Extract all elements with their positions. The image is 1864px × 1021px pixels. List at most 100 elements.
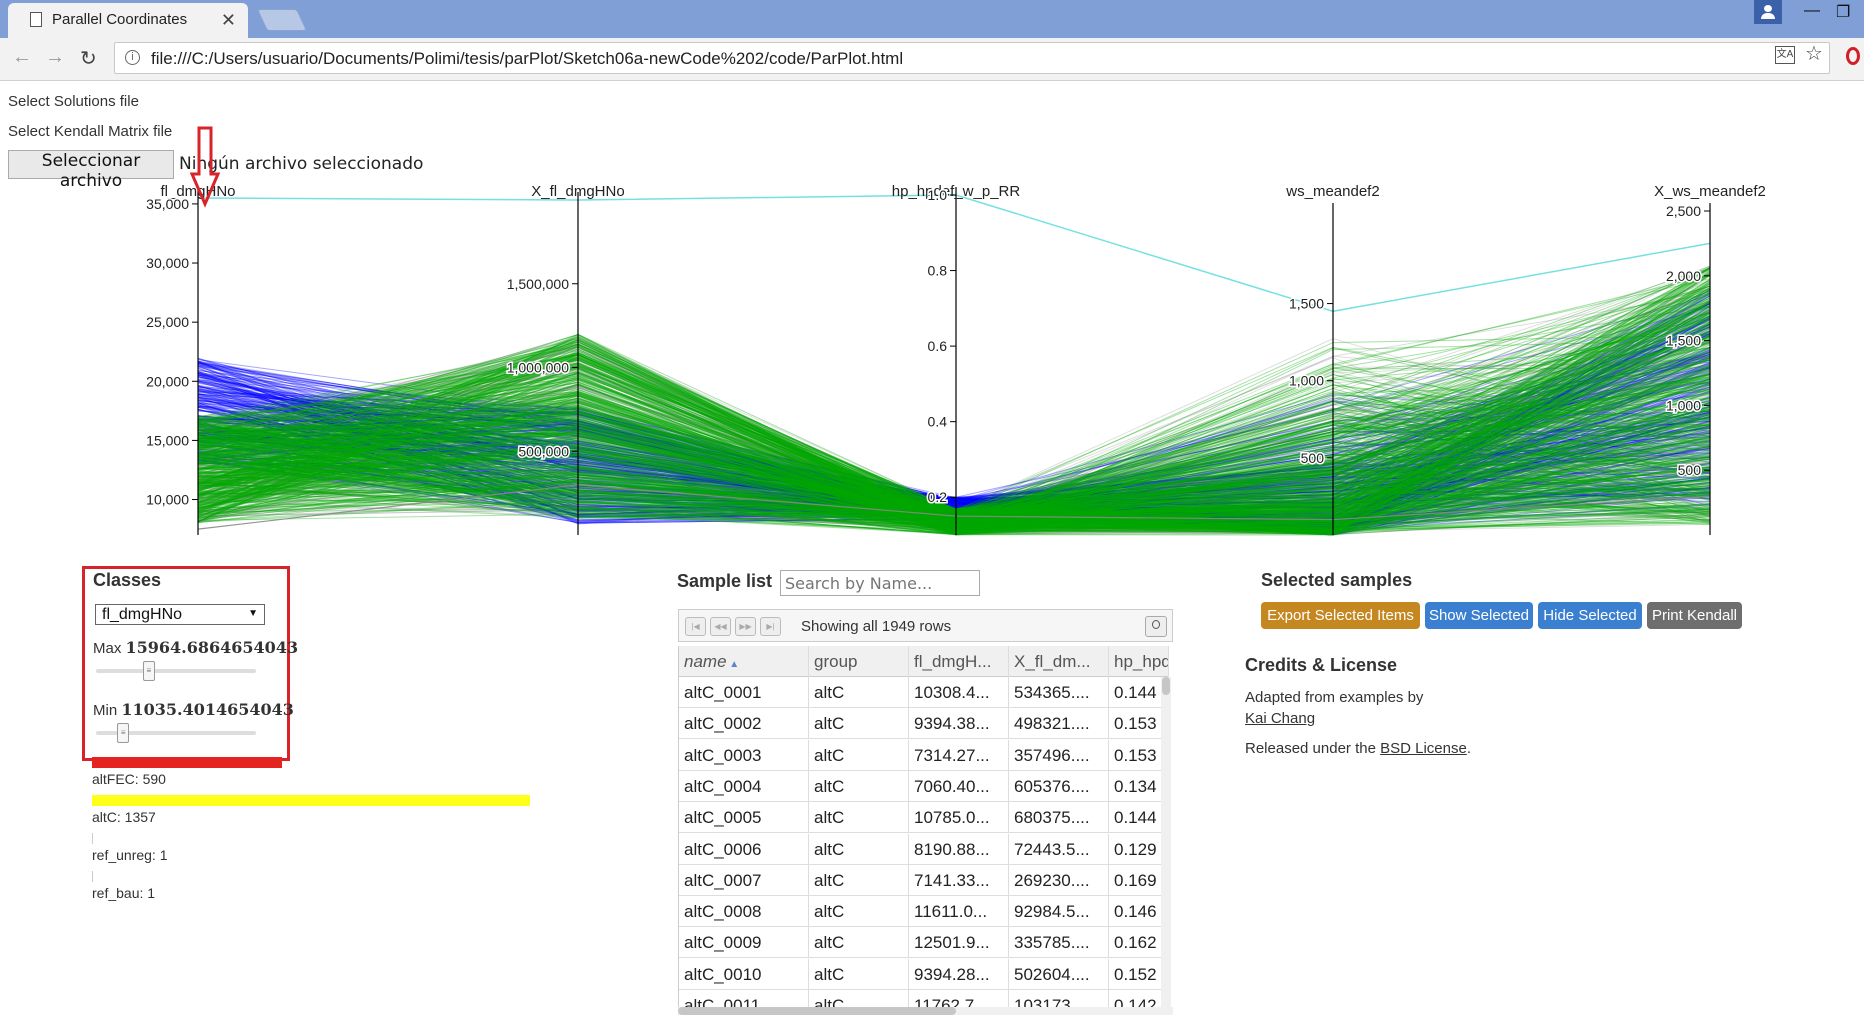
table-row[interactable]: altC_0006 altC 8190.88... 72443.5... 0.129 [679,833,1169,865]
table-cell: 0.129 [1109,833,1169,865]
address-bar[interactable]: i file:///C:/Users/usuario/Documents/Pol… [114,42,1830,74]
show-selected-button[interactable]: Show Selected [1425,602,1533,629]
profile-icon[interactable] [1754,0,1782,24]
next-page-icon[interactable]: ▶▶ [735,617,756,636]
browser-tab[interactable]: Parallel Coordinates ✕ [8,3,248,39]
close-tab-icon[interactable]: ✕ [221,10,236,31]
new-tab-button[interactable] [256,9,308,31]
axis-tick-label: 0.4 [928,414,948,430]
parallel-coordinates-chart[interactable]: fl_dmgHNo35,00030,00025,00020,00015,0001… [8,178,1858,553]
table-cell: 11611.0... [909,896,1009,928]
max-slider-track[interactable] [96,669,256,673]
hide-selected-button[interactable]: Hide Selected [1538,602,1642,629]
table-row[interactable]: altC_0002 altC 9394.38... 498321.... 0.153 [679,708,1169,740]
table-cell: 8190.88... [909,833,1009,865]
max-label: Max 15964.6864654043 [93,638,299,657]
table-row[interactable]: altC_0004 altC 7060.40... 605376.... 0.134 [679,770,1169,802]
export-selected-button[interactable]: Export Selected Items [1261,602,1420,629]
lightbulb-icon[interactable] [1145,616,1167,637]
table-cell: altC [809,927,909,959]
axis-tick-label: 2,500 [1666,203,1701,219]
table-row[interactable]: altC_0005 altC 10785.0... 680375.... 0.144 [679,802,1169,834]
class-label-altFEC: altFEC: 590 [92,771,166,787]
bookmark-star-icon[interactable]: ☆ [1805,41,1823,66]
table-vertical-scrollbar[interactable] [1161,677,1171,1007]
column-header-2[interactable]: fl_dmgH... [909,646,1009,677]
axis-title-X_fl_dmgHNo[interactable]: X_fl_dmgHNo [531,183,624,200]
author-link[interactable]: Kai Chang [1245,710,1315,727]
translate-icon[interactable]: 文A [1775,46,1795,64]
license-link[interactable]: BSD License [1380,740,1467,757]
sample-table[interactable]: name ▲ group fl_dmgH... X_fl_dm... hp_hpd alt… [678,646,1174,1011]
table-cell: 269230.... [1009,864,1109,896]
table-cell: altC_0007 [679,864,809,896]
table-cell: 0.146 [1109,896,1169,928]
class-bar-altC [92,795,530,806]
axis-tick-label: 30,000 [146,255,189,271]
axis-title-ws_meandef2[interactable]: ws_meandef2 [1285,183,1379,200]
max-slider-handle[interactable]: ≡ [142,661,155,681]
table-cell: 0.134 [1109,770,1169,802]
table-cell: 7314.27... [909,739,1009,771]
minimize-icon[interactable]: — [1804,2,1820,20]
table-cell: 0.144 [1109,677,1169,708]
max-value: 15964.6864654043 [125,638,299,657]
table-cell: 498321.... [1009,708,1109,740]
class-bar-ref_unreg [92,833,93,844]
last-page-icon[interactable]: ▶| [760,617,781,636]
table-cell: altC [809,770,909,802]
table-cell: altC_0001 [679,677,809,708]
kendall-file-label: Select Kendall Matrix file [8,123,173,140]
table-row[interactable]: altC_0007 altC 7141.33... 269230.... 0.169 [679,864,1169,896]
table-row[interactable]: altC_0003 altC 7314.27... 357496.... 0.153 [679,739,1169,771]
table-cell: 92984.5... [1009,896,1109,928]
axis-tick-label: 25,000 [146,314,189,330]
class-bar-altFEC [92,757,283,768]
table-row[interactable]: altC_0008 altC 11611.0... 92984.5... 0.146 [679,896,1169,928]
axis-tick-label: 1,500 [1666,333,1701,349]
column-header-4[interactable]: hp_hpd [1109,646,1169,677]
min-slider-handle[interactable]: ≡ [117,723,130,743]
table-row[interactable]: altC_0010 altC 9394.28... 502604.... 0.152 [679,958,1169,990]
column-header-3[interactable]: X_fl_dm... [1009,646,1109,677]
table-cell: 7141.33... [909,864,1009,896]
print-kendall-button[interactable]: Print Kendall [1647,602,1742,629]
table-cell: 9394.38... [909,708,1009,740]
forward-icon[interactable]: → [45,46,65,69]
table-cell: 0.144 [1109,802,1169,834]
restore-icon[interactable]: ❐ [1836,2,1850,22]
prev-page-icon[interactable]: ◀◀ [710,617,731,636]
column-header-1[interactable]: group [809,646,909,677]
back-icon[interactable]: ← [12,46,32,69]
axis-title-X_ws_meandef2[interactable]: X_ws_meandef2 [1654,183,1766,200]
column-header-0[interactable]: name ▲ [679,646,809,677]
table-cell: altC_0004 [679,770,809,802]
class-label-altC: altC: 1357 [92,809,156,825]
table-cell: altC [809,896,909,928]
table-cell: altC [809,864,909,896]
first-page-icon[interactable]: |◀ [685,617,706,636]
axis-tick-label: 1,000 [1289,373,1324,389]
axis-title-hp_hpdef_w_p_RR[interactable]: hp_hpdef_w_p_RR [892,183,1021,200]
table-cell: altC [809,739,909,771]
sort-asc-icon: ▲ [726,659,740,670]
axis-tick-label: 1,500 [1289,296,1324,312]
choose-file-button[interactable]: Seleccionar archivo [8,150,174,191]
axis-tick-label: 1,000 [1666,397,1701,413]
table-row[interactable]: altC_0001 altC 10308.4... 534365.... 0.144 [679,677,1169,708]
table-cell: 10308.4... [909,677,1009,708]
table-row[interactable]: altC_0009 altC 12501.9... 335785.... 0.162 [679,927,1169,959]
info-icon[interactable]: i [125,50,140,65]
axis-tick-label: 500,000 [518,443,569,459]
table-cell: altC_0002 [679,708,809,740]
table-cell: altC [809,708,909,740]
search-input[interactable] [780,570,980,596]
table-cell: altC [809,833,909,865]
axis-tick-label: 0.6 [928,338,948,354]
table-horizontal-scrollbar[interactable] [678,1007,1173,1015]
tab-title: Parallel Coordinates [52,11,188,28]
opera-icon[interactable] [1846,47,1860,65]
axis-tick-label: 10,000 [146,492,189,508]
reload-icon[interactable]: ↻ [80,46,97,71]
class-dropdown[interactable]: fl_dmgHNo ▼ [95,604,265,625]
